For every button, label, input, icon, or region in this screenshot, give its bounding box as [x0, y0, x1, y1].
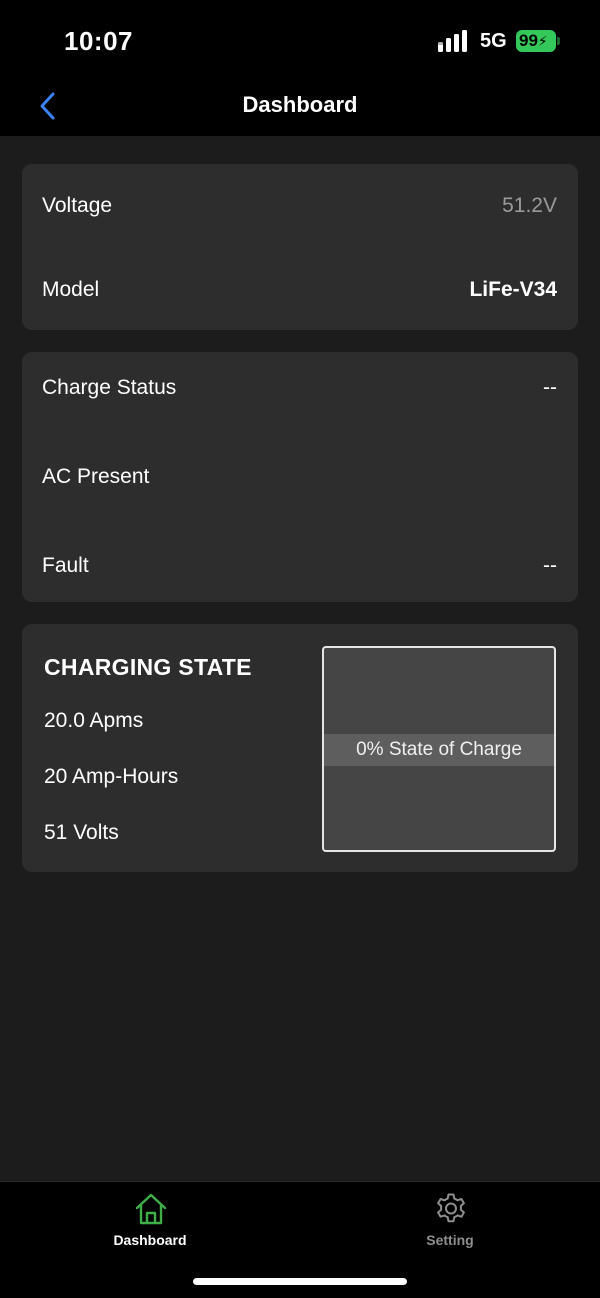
charge-status-label: Charge Status — [42, 376, 177, 399]
tab-dashboard-label: Dashboard — [113, 1232, 187, 1248]
model-label: Model — [42, 278, 100, 301]
amps-value: 20.0 Apms — [44, 709, 144, 732]
home-indicator — [193, 1278, 407, 1285]
voltage-row: Voltage 51.2V — [22, 186, 578, 226]
battery-icon: 99⚡ — [516, 30, 560, 52]
battery-level: 99⚡ — [516, 30, 556, 52]
model-value: LiFe-V34 — [469, 278, 557, 301]
volts-value: 51 Volts — [44, 821, 119, 844]
top-bar: 10:07 5G 99⚡ Dashboard — [0, 0, 600, 136]
fault-row: Fault -- — [22, 546, 578, 586]
charge-status-value: -- — [543, 376, 557, 399]
app-screen: 10:07 5G 99⚡ Dashboard Voltage 51.2V Mod… — [0, 0, 600, 1298]
tab-setting[interactable]: Setting — [370, 1190, 530, 1256]
tab-setting-label: Setting — [426, 1232, 474, 1248]
model-row: Model LiFe-V34 — [22, 270, 578, 310]
ac-present-row: AC Present — [22, 457, 578, 497]
fault-label: Fault — [42, 554, 89, 577]
charging-state-title: CHARGING STATE — [44, 654, 252, 680]
network-type: 5G — [480, 30, 507, 52]
home-icon — [135, 1193, 167, 1225]
fault-value: -- — [543, 554, 557, 577]
charging-state-card: CHARGING STATE 20.0 Apms 20 Amp-Hours 51… — [22, 624, 578, 872]
state-of-charge-gauge: 0% State of Charge — [322, 646, 556, 852]
ac-present-label: AC Present — [42, 465, 150, 488]
voltage-value: 51.2V — [502, 194, 557, 217]
battery-info-card: Voltage 51.2V Model LiFe-V34 — [22, 164, 578, 330]
state-of-charge-label: 0% State of Charge — [324, 734, 554, 766]
page-title: Dashboard — [242, 92, 358, 117]
amp-hours-value: 20 Amp-Hours — [44, 765, 179, 788]
charge-status-row: Charge Status -- — [22, 368, 578, 408]
signal-icon — [438, 30, 467, 52]
tab-dashboard[interactable]: Dashboard — [70, 1190, 230, 1256]
gear-icon — [437, 1193, 465, 1223]
voltage-label: Voltage — [42, 194, 113, 217]
charge-info-card: Charge Status -- AC Present Fault -- — [22, 352, 578, 602]
status-time: 10:07 — [64, 26, 133, 56]
